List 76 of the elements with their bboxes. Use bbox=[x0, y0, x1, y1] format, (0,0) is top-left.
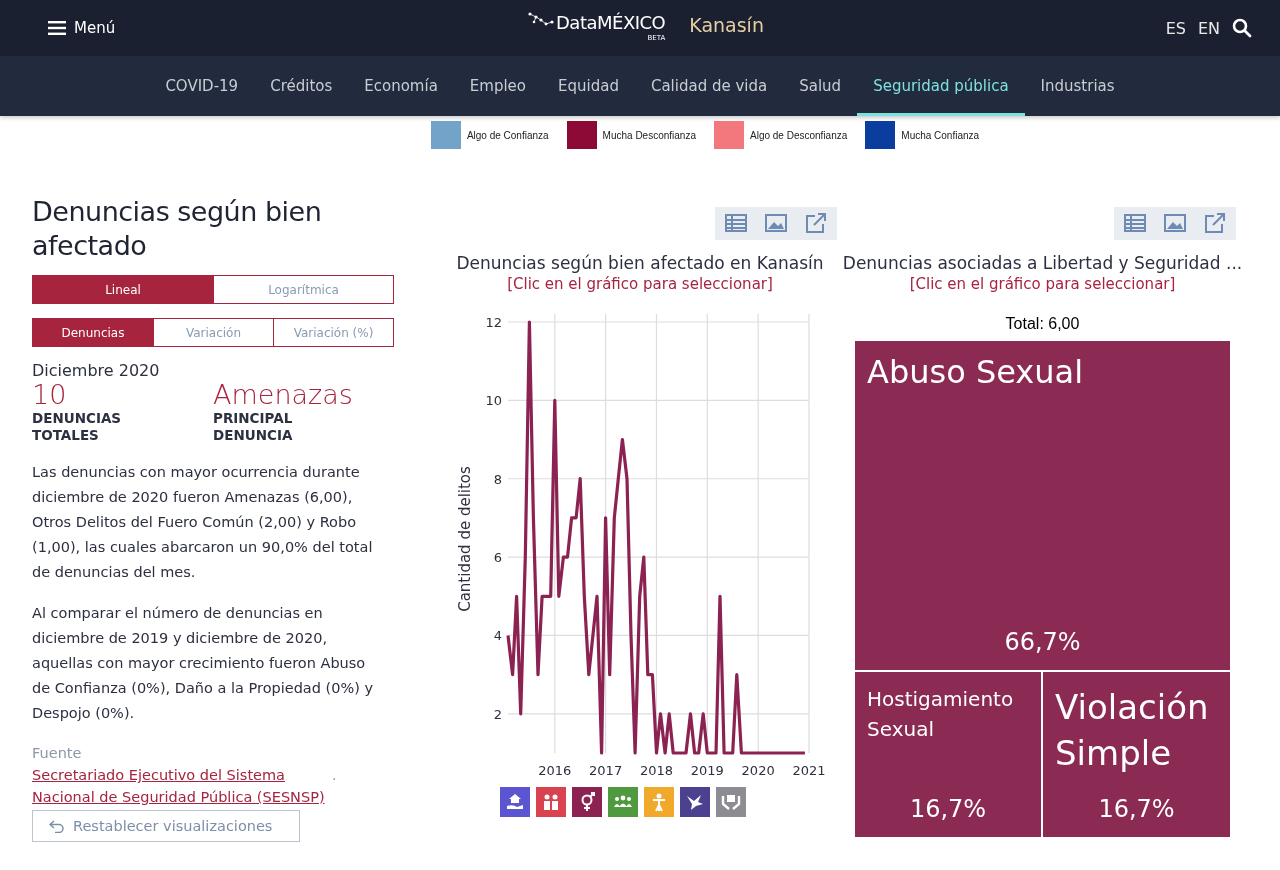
search-icon[interactable] bbox=[1232, 18, 1252, 38]
measure-toggle[interactable]: Denuncias bbox=[33, 319, 153, 346]
legend-label: Algo de Confianza bbox=[466, 129, 549, 141]
x-tick-label: 2021 bbox=[792, 763, 826, 777]
nav-tab[interactable]: Salud bbox=[783, 56, 858, 116]
topic-button[interactable] bbox=[536, 787, 566, 817]
nav-tab[interactable]: Equidad bbox=[542, 56, 635, 116]
topic-button[interactable] bbox=[572, 787, 602, 817]
y-tick-label: 4 bbox=[493, 628, 502, 644]
y-tick-label: 12 bbox=[485, 315, 502, 330]
chart-hint: [Clic en el gráfico para seleccionar] bbox=[507, 275, 773, 293]
y-axis-label: Cantidad de delitos bbox=[456, 466, 474, 612]
table-icon[interactable] bbox=[1124, 214, 1146, 232]
undo-icon bbox=[49, 819, 65, 833]
family-icon bbox=[541, 792, 561, 812]
constellation-icon bbox=[528, 12, 554, 28]
nav-tab[interactable]: Empleo bbox=[453, 56, 542, 116]
x-tick-label: 2016 bbox=[538, 763, 572, 777]
logo-text[interactable]: DataMÉXICO bbox=[556, 12, 666, 34]
stat-value: 10 bbox=[32, 380, 68, 410]
chart-title: Denuncias según bien afectado en Kanasín bbox=[456, 253, 824, 273]
legend-label: Algo de Desconfianza bbox=[750, 129, 848, 141]
menu-button[interactable]: Menú bbox=[48, 19, 116, 37]
dove-icon bbox=[685, 792, 705, 812]
hand-house-icon bbox=[505, 792, 525, 812]
tile-label: Hostigamiento Sexual bbox=[867, 686, 1015, 743]
nav-tab[interactable]: Seguridad pública bbox=[857, 56, 1025, 116]
topic-button[interactable] bbox=[680, 787, 710, 817]
nav-tab[interactable]: Industrias bbox=[1024, 56, 1131, 116]
x-tick-label: 2018 bbox=[639, 763, 673, 777]
period-label: Diciembre 2020 bbox=[32, 361, 161, 380]
share-icon[interactable] bbox=[805, 213, 827, 233]
place-name: Kanasín bbox=[689, 13, 764, 38]
section-title: Denuncias según bien afectado bbox=[32, 195, 323, 263]
y-tick-label: 6 bbox=[493, 550, 502, 566]
table-icon[interactable] bbox=[725, 214, 747, 232]
y-tick-label: 8 bbox=[493, 471, 502, 487]
summary-paragraph: Las denuncias con mayor ocurrencia durante diciembre de 2020 fueron Amenazas (6,00), Otros Delitos del Fuero Común (2,00) y Robo (1,00), las cuales abarcaron un 90,0% del total de denuncias del mes. bbox=[32, 463, 374, 582]
treemap-tile[interactable]: Hostigamiento Sexual 16,7% bbox=[855, 672, 1041, 837]
total-label: Total: 6,00 bbox=[1005, 315, 1080, 333]
tile-share: 66,7% bbox=[1004, 628, 1081, 656]
tile-share: 16,7% bbox=[1098, 795, 1175, 823]
source-link[interactable]: Secretariado Ejecutivo del Sistema Nacional de Seguridad Pública (SESNSP) bbox=[32, 764, 332, 808]
stat-label: PRINCIPAL DENUNCIA bbox=[213, 410, 294, 444]
x-tick-label: 2017 bbox=[589, 763, 623, 777]
language-link[interactable]: ES bbox=[1165, 18, 1186, 38]
summary-paragraph: Al comparar el número de denuncias en diciembre de 2019 y diciembre de 2020, aquellas con mayor crecimiento fueron Abuso de Confianza (0%), Daño a la Propiedad (0%) y Despojo (0%). bbox=[32, 604, 375, 723]
tile-share: 16,7% bbox=[909, 795, 987, 823]
data-line[interactable] bbox=[506, 320, 805, 755]
tile-label: Abuso Sexual bbox=[867, 353, 1085, 391]
tile-label: Violación Simple bbox=[1055, 686, 1210, 775]
treemap-tile[interactable]: Abuso Sexual 66,7% bbox=[855, 341, 1230, 670]
legend-label: Mucha Desconfianza bbox=[602, 129, 696, 141]
nav-tab[interactable]: COVID-19 bbox=[149, 56, 255, 116]
treemap-tile[interactable]: Violación Simple 16,7% bbox=[1043, 672, 1230, 837]
scale-toggle[interactable]: Lineal bbox=[33, 276, 213, 303]
chart-title: Denuncias asociadas a Libertad y Seguridad ... bbox=[842, 253, 1243, 273]
menu-icon bbox=[48, 21, 66, 35]
nav-tab[interactable]: Calidad de vida bbox=[634, 56, 784, 116]
y-tick-label: 10 bbox=[485, 393, 502, 409]
share-icon[interactable] bbox=[1204, 213, 1226, 233]
x-tick-label: 2020 bbox=[741, 763, 775, 777]
x-tick-label: 2019 bbox=[690, 763, 724, 777]
image-icon[interactable] bbox=[1164, 214, 1186, 232]
topic-button[interactable] bbox=[500, 787, 530, 817]
source-text: Fuente Secretariado Ejecutivo del Sistema Nacional de Seguridad Pública (SESNSP) . bbox=[32, 742, 372, 808]
nav-tab[interactable]: Economía bbox=[348, 56, 454, 116]
legend-label: Mucha Confianza bbox=[901, 129, 980, 141]
hands-icon bbox=[721, 792, 741, 812]
chart-hint: [Clic en el gráfico para seleccionar] bbox=[909, 275, 1176, 293]
image-icon[interactable] bbox=[765, 214, 787, 232]
y-tick-label: 2 bbox=[493, 706, 502, 722]
stat-value: Amenazas bbox=[213, 380, 354, 410]
language-link[interactable]: EN bbox=[1197, 18, 1220, 38]
nav-tab[interactable]: Créditos bbox=[254, 56, 349, 116]
stat-label: DENUNCIAS TOTALES bbox=[32, 410, 123, 444]
